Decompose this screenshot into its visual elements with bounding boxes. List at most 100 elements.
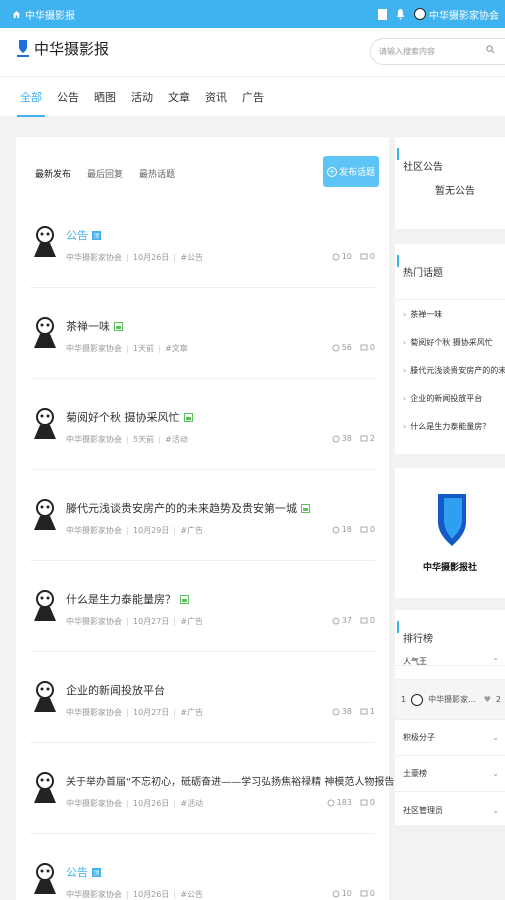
post-meta: 中华摄影家协会 10月26日 #公告 (66, 889, 203, 900)
post-title-text: 什么是生力泰能量房？ (66, 593, 176, 606)
hot-topic-item[interactable]: 滕代元浅谈贵安房产的的未... (395, 356, 505, 384)
comment-icon (360, 890, 368, 896)
post-title-text: 滕代元浅谈贵安房产的的未来趋势及贵安第一城 (66, 502, 297, 515)
search-icon[interactable] (486, 45, 495, 54)
post-category[interactable]: #广告 (180, 707, 203, 718)
post-date: 10月26日 (133, 890, 170, 899)
search-input[interactable]: 请输入搜索内容 (370, 38, 505, 65)
rank-group-rich[interactable]: 土豪榜 ⌄ (395, 756, 505, 792)
list-item[interactable]: 菊阅好个秋 摄协采风忙 中华摄影家协会 5天前 #活动 38 2 (30, 379, 375, 470)
list-item[interactable]: 公告顶 中华摄影家协会 10月26日 #公告 10 0 (30, 834, 375, 900)
tab-all[interactable]: 全部 (17, 77, 45, 117)
tab-photos[interactable]: 晒图 (94, 77, 116, 117)
post-category[interactable]: #文章 (165, 343, 188, 354)
post-title[interactable]: 公告顶 (66, 864, 101, 880)
post-category[interactable]: #广告 (180, 525, 203, 536)
post-meta: 中华摄影家协会 10月26日 #公告 (66, 252, 203, 263)
tab-hottest[interactable]: 最热话题 (139, 167, 175, 180)
category-nav: 全部 公告 晒图 活动 文章 资讯 广告 (0, 76, 505, 117)
post-date: 1天前 (133, 344, 155, 353)
comments-stat: 0 (360, 798, 375, 807)
divider (174, 253, 176, 262)
home-link[interactable]: 中华摄影报 (12, 7, 75, 22)
hot-topic-item[interactable]: 企业的新闻投放平台 (395, 384, 505, 412)
list-item[interactable]: 茶禅一味 中华摄影家协会 1天前 #文章 56 0 (30, 288, 375, 379)
post-author[interactable]: 中华摄影家协会 (66, 798, 122, 809)
post-category[interactable]: #公告 (180, 889, 203, 900)
post-author[interactable]: 中华摄影家协会 (66, 252, 122, 263)
avatar (414, 8, 426, 20)
views-count: 56 (341, 343, 352, 352)
list-item[interactable]: 公告顶 中华摄影家协会 10月26日 #公告 10 0 (30, 197, 375, 288)
hot-topic-item[interactable]: 菊阅好个秋 摄协采风忙 (395, 328, 505, 356)
post-title[interactable]: 茶禅一味 (66, 318, 123, 334)
post-category[interactable]: #活动 (165, 434, 188, 445)
user-menu[interactable]: 中华摄影家协会 (414, 7, 499, 22)
tab-ads[interactable]: 广告 (242, 77, 264, 117)
hot-topic-item[interactable]: 什么是生力泰能量房？ (395, 412, 505, 440)
comments-count: 0 (369, 798, 375, 807)
tab-last-reply[interactable]: 最后回复 (87, 167, 123, 180)
ad-card[interactable]: 中华摄影报社 (395, 468, 505, 598)
views-stat: 37 (332, 616, 352, 625)
eye-icon (332, 435, 340, 442)
comments-stat: 0 (360, 889, 375, 898)
post-title[interactable]: 什么是生力泰能量房？ (66, 591, 189, 607)
tab-articles[interactable]: 文章 (168, 77, 190, 117)
list-item[interactable]: 滕代元浅谈贵安房产的的未来趋势及贵安第一城 中华摄影家协会 10月29日 #广告 1… (30, 470, 375, 561)
tab-latest[interactable]: 最新发布 (35, 167, 71, 180)
comment-icon (360, 344, 368, 350)
list-item[interactable]: 企业的新闻投放平台 中华摄影家协会 10月27日 #广告 38 1 (30, 652, 375, 743)
comments-stat: 0 (360, 616, 375, 625)
tab-notice[interactable]: 公告 (57, 77, 79, 117)
comments-stat: 0 (360, 343, 375, 352)
hot-topic-item[interactable]: 茶禅一味 (395, 300, 505, 328)
list-item[interactable]: 关于举办首届“不忘初心，砥砺奋进——学习弘扬焦裕禄精 神模范人物报告会”邀请函 … (30, 743, 440, 834)
post-category[interactable]: #公告 (180, 252, 203, 263)
avatar (34, 317, 56, 348)
rank-group-active[interactable]: 积极分子 ⌄ (395, 720, 505, 756)
rank-group-label: 社区管理员 (403, 805, 443, 815)
user-name: 中华摄影家协会 (429, 10, 499, 22)
rank-group-admins[interactable]: 社区管理员 ⌄ (395, 792, 505, 828)
avatar (34, 681, 56, 712)
post-title[interactable]: 滕代元浅谈贵安房产的的未来趋势及贵安第一城 (66, 500, 310, 516)
post-meta: 中华摄影家协会 10月26日 #活动 (66, 798, 203, 809)
post-title[interactable]: 菊阅好个秋 摄协采风忙 (66, 409, 193, 425)
post-title[interactable]: 公告顶 (66, 227, 101, 243)
new-topic-button[interactable]: + 发布话题 (323, 156, 379, 187)
list-item[interactable]: 什么是生力泰能量房？ 中华摄影家协会 10月27日 #广告 37 0 (30, 561, 375, 652)
divider (159, 435, 161, 444)
post-title[interactable]: 企业的新闻投放平台 (66, 682, 165, 698)
post-author[interactable]: 中华摄影家协会 (66, 343, 122, 354)
pin-icon: 顶 (92, 230, 101, 240)
views-stat: 10 (332, 252, 352, 261)
rank-user-row[interactable]: 1 中华摄影家... ♥ 2 (395, 680, 505, 720)
tab-events[interactable]: 活动 (131, 77, 153, 117)
divider (174, 708, 176, 717)
views-stat: 183 (327, 798, 352, 807)
views-stat: 38 (332, 707, 352, 716)
views-stat: 38 (332, 434, 352, 443)
tab-news[interactable]: 资讯 (205, 77, 227, 117)
post-author[interactable]: 中华摄影家协会 (66, 889, 122, 900)
post-author[interactable]: 中华摄影家协会 (66, 707, 122, 718)
avatar (34, 772, 56, 803)
chevron-down-icon: ⌄ (492, 769, 499, 778)
views-count: 18 (341, 525, 352, 534)
post-title[interactable]: 关于举办首届“不忘初心，砥砺奋进——学习弘扬焦裕禄精 神模范人物报告会”邀请函 (66, 773, 440, 788)
message-icon[interactable] (378, 8, 387, 20)
post-meta: 中华摄影家协会 10月27日 #广告 (66, 616, 203, 627)
site-logo[interactable]: 中华摄影报 (16, 38, 109, 59)
post-category[interactable]: #广告 (180, 616, 203, 627)
logo-title: 中华摄影报 (34, 40, 110, 58)
comments-count: 0 (369, 616, 375, 625)
post-category[interactable]: #活动 (180, 798, 203, 809)
post-date: 10月27日 (133, 708, 170, 717)
post-author[interactable]: 中华摄影家协会 (66, 525, 122, 536)
comments-stat: 0 (360, 252, 375, 261)
post-author[interactable]: 中华摄影家协会 (66, 434, 122, 445)
post-author[interactable]: 中华摄影家协会 (66, 616, 122, 627)
bell-icon[interactable] (396, 8, 405, 20)
ad-caption: 中华摄影报社 (422, 563, 477, 573)
